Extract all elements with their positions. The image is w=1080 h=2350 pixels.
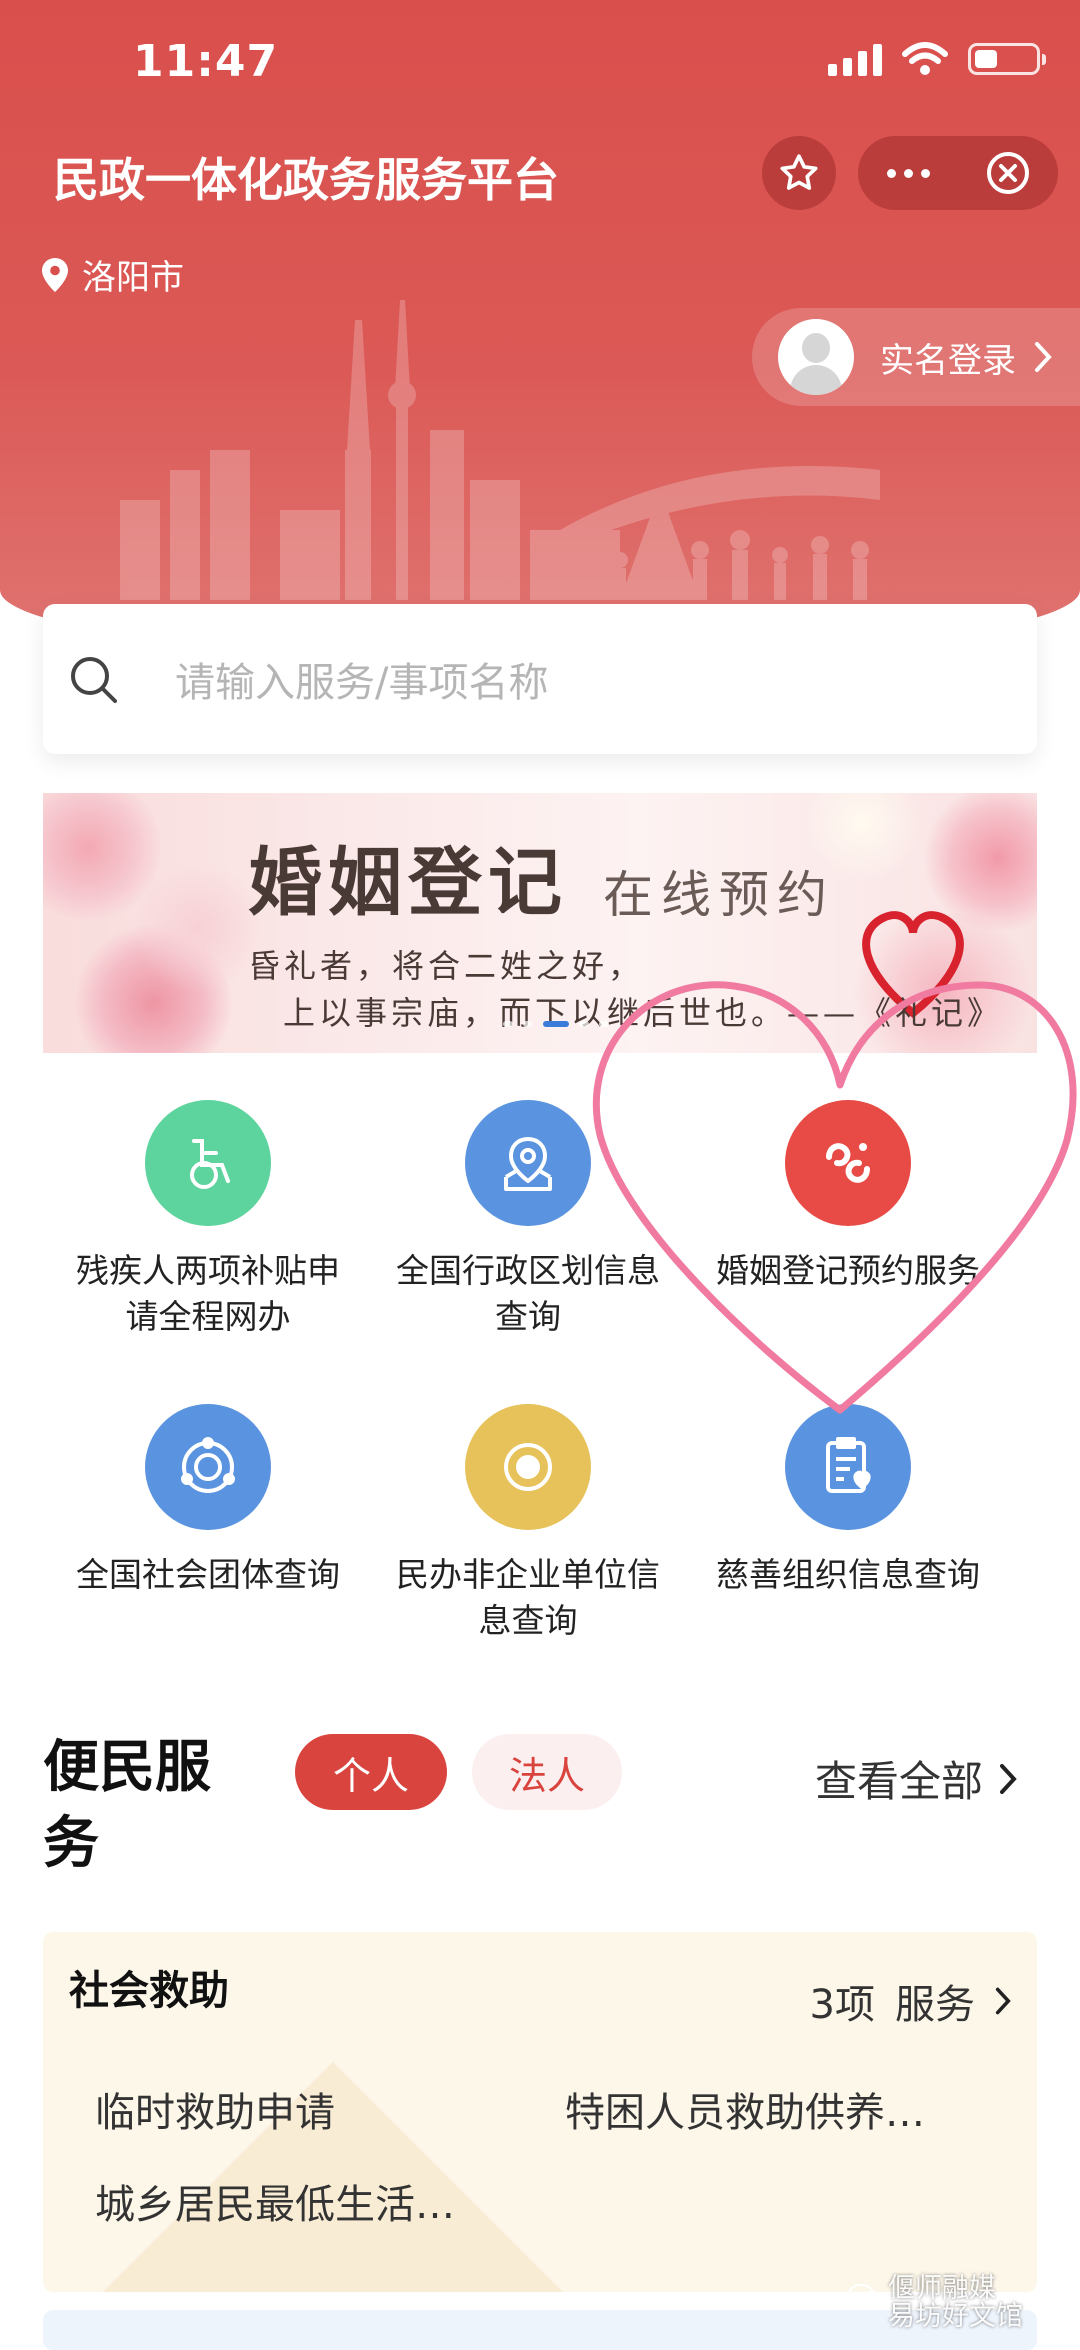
tab-personal[interactable]: 个人	[295, 1734, 447, 1810]
banner-quote-line1: 昏礼者，将合二姓之好，	[248, 947, 645, 985]
circle-dot-icon	[465, 1404, 591, 1530]
page-title: 民政一体化政务服务平台	[53, 153, 559, 207]
service-social-groups[interactable]: 全国社会团体查询	[43, 1404, 373, 1598]
status-bar: 11:47	[0, 0, 1080, 120]
status-time: 11:47	[133, 36, 279, 87]
service-marriage-registration[interactable]: 婚姻登记预约服务	[683, 1100, 1013, 1294]
card-service-count[interactable]: 3项 服务	[810, 1972, 1011, 2030]
location-pin-icon	[42, 257, 68, 292]
map-pin-icon	[465, 1100, 591, 1226]
card-count-value: 3项	[809, 1982, 875, 2028]
service-label: 慈善组织信息查询	[716, 1555, 980, 1594]
more-button[interactable]	[858, 168, 958, 178]
orbit-icon	[145, 1404, 271, 1530]
cellular-signal-icon	[828, 42, 882, 76]
login-label: 实名登录	[880, 340, 1016, 381]
service-disability-subsidy[interactable]: 残疾人两项补贴申请全程网办	[43, 1100, 373, 1340]
list-item[interactable]: 城乡居民最低生活…	[95, 2172, 455, 2230]
watermark: 偃师融媒 易坊好文馆	[848, 2275, 1023, 2331]
list-item[interactable]: 临时救助申请	[95, 2080, 335, 2138]
list-item[interactable]: 特困人员救助供养…	[565, 2080, 925, 2138]
search-icon	[71, 657, 117, 703]
marriage-logo-icon	[785, 1100, 911, 1226]
battery-icon	[968, 43, 1046, 75]
wechat-icon	[848, 2284, 882, 2309]
banner-title: 婚姻登记	[248, 840, 568, 926]
card-count-label: 服务	[895, 1982, 975, 2028]
mini-program-capsule	[858, 136, 1058, 210]
section-title: 便民服务	[43, 1735, 211, 1876]
star-icon	[780, 154, 818, 190]
location-selector[interactable]: 洛阳市	[42, 250, 184, 299]
status-icons	[828, 42, 1046, 76]
chevron-right-icon	[1000, 1763, 1017, 1794]
social-assistance-card: 社会救助 3项 服务 临时救助申请 特困人员救助供养… 城乡居民最低生活…	[43, 1932, 1037, 2292]
card-title: 社会救助	[69, 1968, 229, 2014]
service-private-nonenterprise[interactable]: 民办非企业单位信息查询	[363, 1404, 693, 1644]
wheelchair-icon	[145, 1100, 271, 1226]
chevron-right-icon	[995, 1987, 1011, 2015]
service-label: 残疾人两项补贴申请全程网办	[76, 1251, 340, 1336]
chevron-right-icon	[1035, 342, 1052, 372]
banner-subtitle: 在线预约	[603, 866, 835, 924]
banner-quote-line2: 上以事宗庙，而下以继后世也。——《礼记》	[283, 994, 1004, 1032]
header-banner: 11:47 民政一体化政务服务平台 洛阳市 实名登录	[0, 0, 1080, 660]
marriage-registration-banner[interactable]: 婚姻登记 在线预约 昏礼者，将合二姓之好， 上以事宗庙，而下以继后世也。——《礼…	[43, 793, 1037, 1053]
service-label: 民办非企业单位信息查询	[396, 1555, 660, 1640]
service-label: 全国社会团体查询	[76, 1555, 340, 1594]
service-label: 全国行政区划信息查询	[396, 1251, 660, 1336]
search-input[interactable]: 请输入服务/事项名称	[175, 650, 548, 708]
search-bar[interactable]: 请输入服务/事项名称	[43, 604, 1037, 754]
favorite-button[interactable]	[762, 136, 836, 210]
service-division-query[interactable]: 全国行政区划信息查询	[363, 1100, 693, 1340]
view-all-link[interactable]: 查看全部	[815, 1748, 1017, 1809]
carousel-indicator	[503, 1021, 609, 1027]
document-heart-icon	[785, 1404, 911, 1530]
avatar	[778, 319, 854, 395]
real-name-login-button[interactable]: 实名登录	[752, 308, 1080, 406]
wifi-icon	[902, 42, 948, 75]
close-button[interactable]	[958, 150, 1058, 196]
view-all-label: 查看全部	[815, 1757, 984, 1806]
location-city: 洛阳市	[82, 258, 184, 298]
service-charity-query[interactable]: 慈善组织信息查询	[683, 1404, 1013, 1598]
service-label: 婚姻登记预约服务	[716, 1251, 980, 1290]
close-circle-icon	[987, 152, 1029, 194]
tab-legal-entity[interactable]: 法人	[472, 1734, 622, 1810]
